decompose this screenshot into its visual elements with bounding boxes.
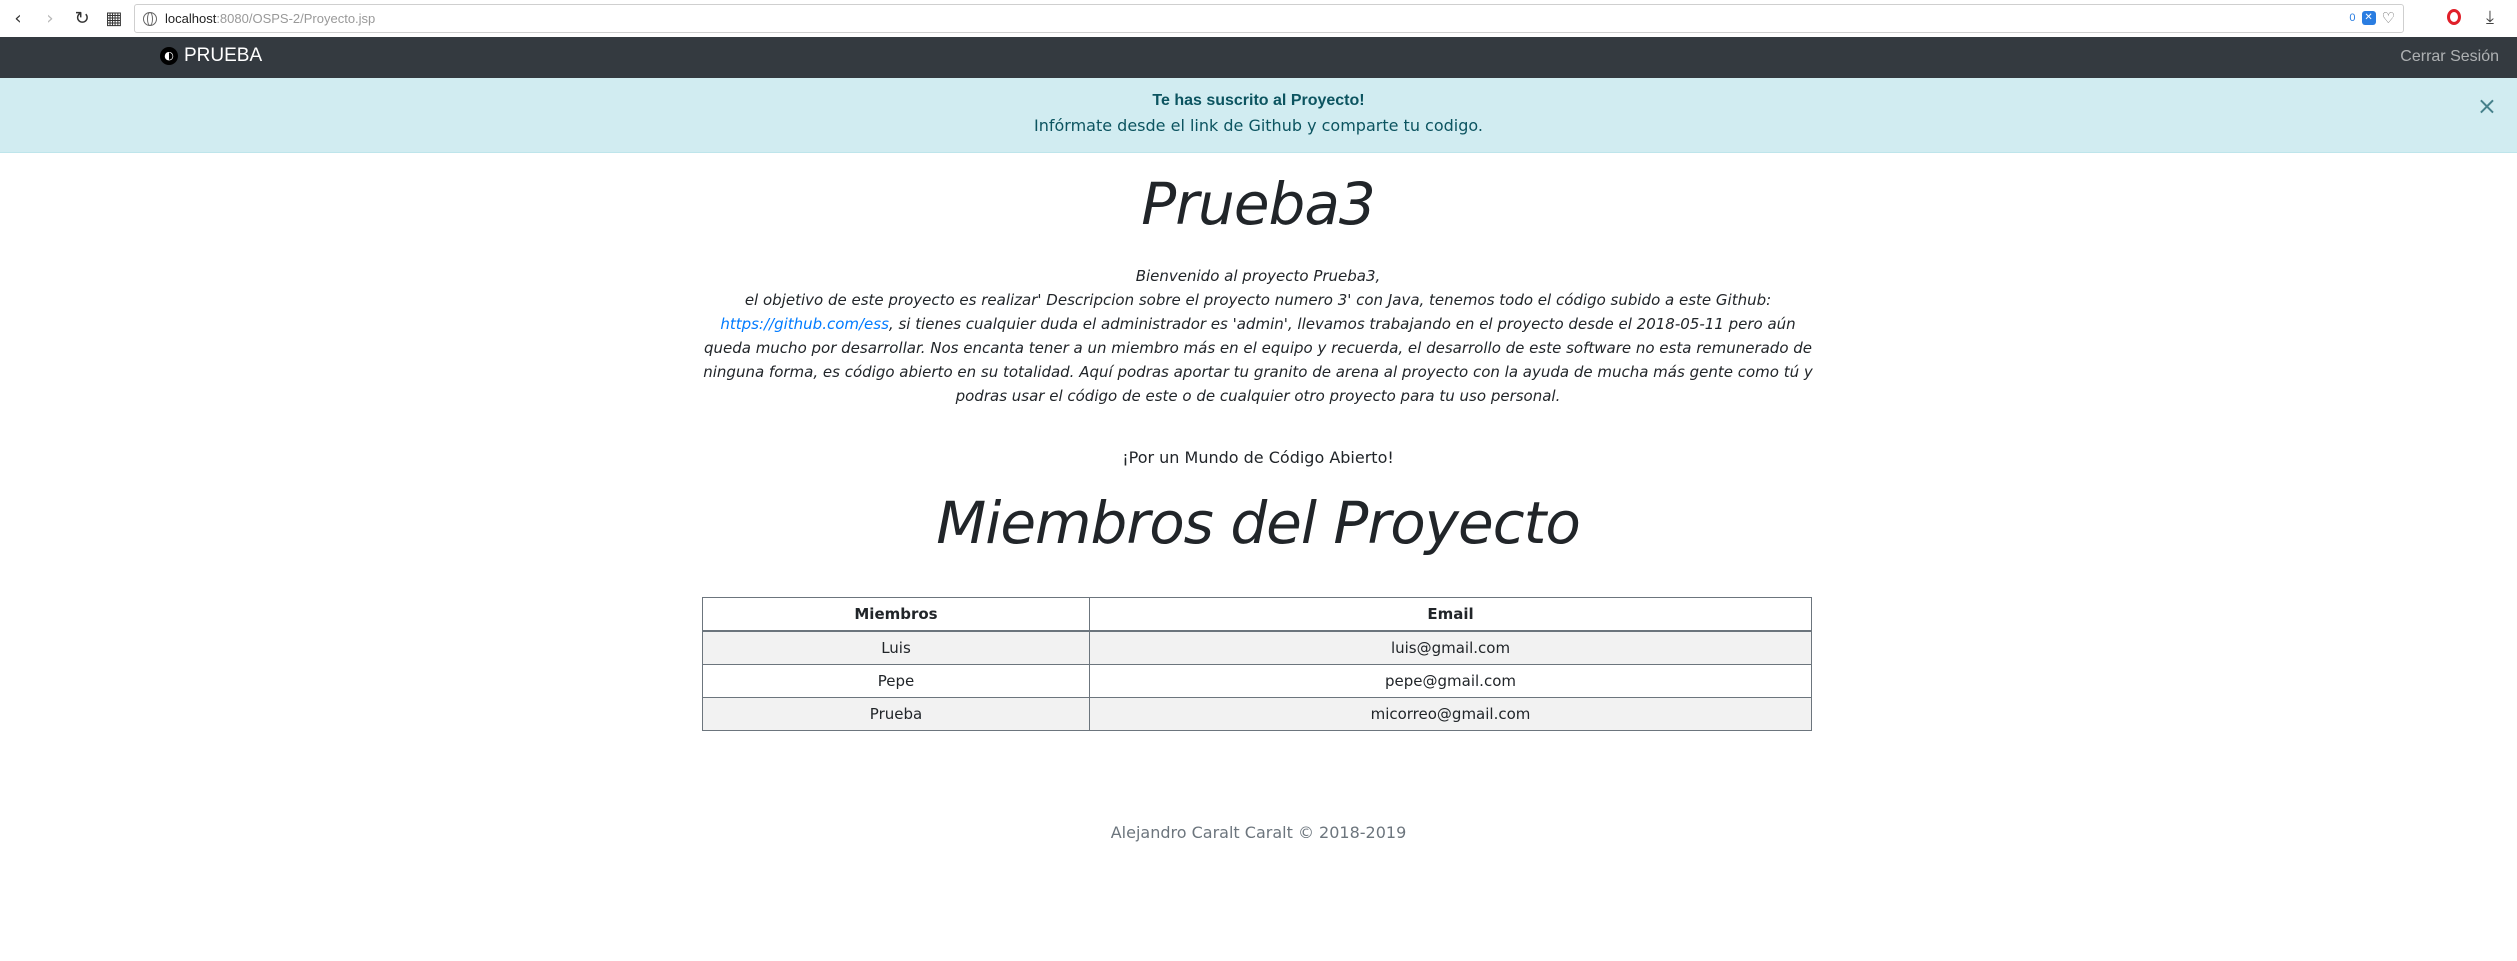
main-content: Prueba3 Bienvenido al proyecto Prueba3, … [700, 152, 1816, 596]
url-path: :8080/OSPS-2/Proyecto.jsp [216, 11, 376, 26]
member-email: micorreo@gmail.com [1089, 697, 1812, 731]
table-row: Pepe pepe@gmail.com [702, 664, 1812, 698]
alert-message: Infórmate desde el link de Github y comp… [1034, 116, 1483, 135]
alert-title: Te has suscrito al Proyecto! [1152, 92, 1365, 109]
brand-link[interactable]: ◐ PRUEBA [160, 45, 262, 67]
table-row: Prueba micorreo@gmail.com [702, 697, 1812, 731]
table-header-row: Miembros Email [702, 597, 1812, 632]
member-email: luis@gmail.com [1089, 630, 1812, 665]
url-host: localhost [165, 11, 217, 26]
member-email: pepe@gmail.com [1089, 664, 1812, 698]
opera-icon[interactable] [2447, 9, 2461, 25]
header-email: Email [1089, 597, 1812, 632]
members-title: Miembros del Proyecto [936, 489, 1581, 557]
blocker-icon[interactable]: ✕ [2361, 11, 2376, 25]
desc-before-link: el objetivo de este proyecto es realizar… [744, 291, 1772, 309]
address-bar[interactable]: localhost:8080/OSPS-2/Proyecto.jsp 0 ✕ ♡ [134, 4, 2404, 33]
globe-icon [143, 11, 157, 26]
member-name: Luis [702, 630, 1090, 665]
motto: ¡Por un Mundo de Código Abierto! [1122, 448, 1394, 467]
member-name: Prueba [702, 697, 1090, 731]
subscription-alert: Te has suscrito al Proyecto! Infórmate d… [0, 78, 2517, 153]
logo-icon: ◐ [160, 47, 178, 65]
table-row: Luis luis@gmail.com [702, 630, 1812, 665]
navbar: ◐ PRUEBA Cerrar Sesión [0, 37, 2517, 78]
github-link[interactable]: https://github.com/ess [720, 315, 889, 333]
blocker-count: 0 [2349, 12, 2356, 24]
back-icon[interactable]: ‹ [4, 5, 32, 33]
brand-text: PRUEBA [184, 45, 263, 66]
footer: Alejandro Caralt Caralt © 2018-2019 [1110, 823, 1407, 842]
logout-link[interactable]: Cerrar Sesión [2400, 48, 2499, 66]
download-icon[interactable]: ⤓ [2486, 7, 2494, 28]
heart-icon[interactable]: ♡ [2382, 9, 2395, 27]
close-icon[interactable]: × [2477, 92, 2497, 120]
project-description: Bienvenido al proyecto Prueba3, el objet… [700, 264, 1816, 408]
project-title: Prueba3 [1141, 170, 1376, 238]
header-members: Miembros [702, 597, 1090, 632]
tabs-grid-icon[interactable]: ▦ [100, 5, 128, 33]
browser-toolbar: ‹ › ↻ ▦ localhost:8080/OSPS-2/Proyecto.j… [0, 0, 2517, 38]
members-table: Miembros Email Luis luis@gmail.com Pepe … [702, 597, 1812, 731]
greeting: Bienvenido al proyecto Prueba3, [1135, 267, 1381, 285]
member-name: Pepe [702, 664, 1090, 698]
forward-icon[interactable]: › [36, 5, 64, 33]
reload-icon[interactable]: ↻ [68, 5, 96, 33]
